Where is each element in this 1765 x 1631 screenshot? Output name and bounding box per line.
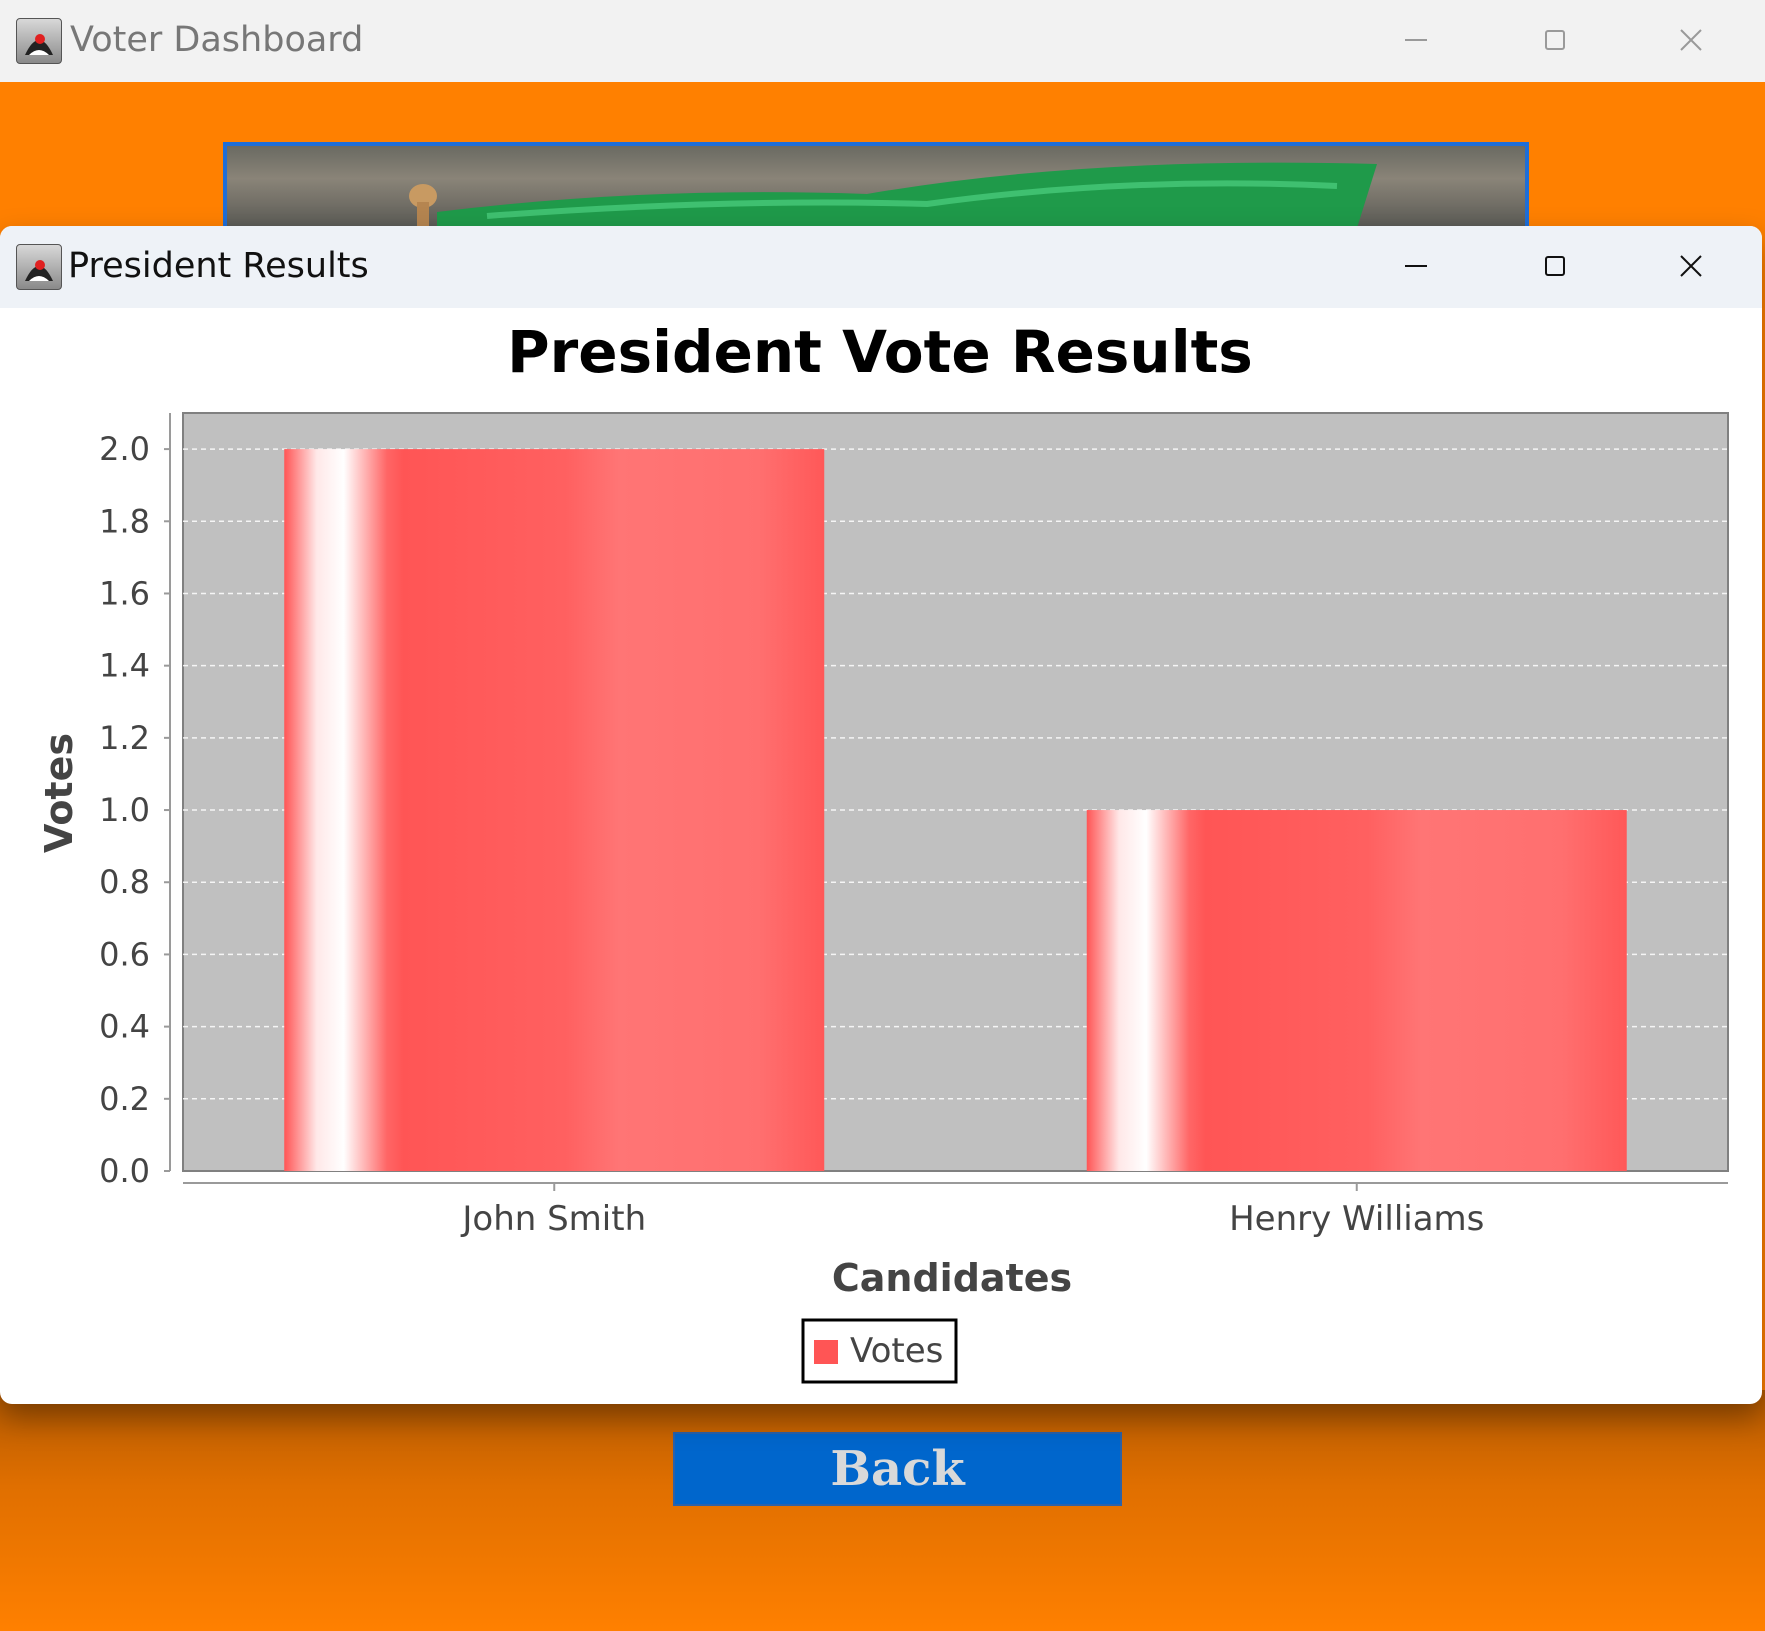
results-titlebar: President Results xyxy=(0,226,1762,308)
president-results-window: President Results President Vote Results… xyxy=(0,226,1762,1404)
y-tick-label: 0.2 xyxy=(99,1080,150,1118)
y-tick-label: 1.8 xyxy=(99,502,150,540)
y-tick-label: 1.2 xyxy=(99,719,150,757)
dashboard-banner-image xyxy=(223,142,1529,232)
dashboard-lower-area xyxy=(0,1390,1765,1631)
bar-john-smith xyxy=(284,449,825,1172)
legend-swatch xyxy=(814,1340,838,1364)
dashboard-window-title: Voter Dashboard xyxy=(70,20,364,60)
y-tick-label: 2.0 xyxy=(99,430,150,468)
maximize-icon[interactable] xyxy=(1525,246,1585,286)
y-tick-label: 0.8 xyxy=(99,863,150,901)
legend-label: Votes xyxy=(850,1331,943,1371)
java-app-icon xyxy=(16,244,62,290)
chart-title: President Vote Results xyxy=(507,318,1253,386)
y-tick-label: 1.6 xyxy=(99,574,150,612)
results-window-title: President Results xyxy=(68,246,369,286)
y-tick-label: 0.0 xyxy=(99,1152,150,1190)
java-app-icon xyxy=(16,18,62,64)
legend: Votes xyxy=(801,1318,958,1384)
bar-henry-williams xyxy=(1086,810,1627,1171)
minimize-icon[interactable] xyxy=(1387,246,1447,286)
vote-results-chart: President Vote Results 0.0 0.2 0.4 0.6 0.8 1.… xyxy=(37,318,1729,1384)
dashboard-titlebar: Voter Dashboard xyxy=(0,0,1765,82)
y-tick-label: 1.0 xyxy=(99,791,150,829)
y-tick-label: 0.4 xyxy=(99,1008,150,1046)
y-axis-label: Votes xyxy=(37,733,81,853)
minimize-icon[interactable] xyxy=(1387,20,1447,60)
x-tick-labels: John Smith Henry Williams xyxy=(460,1183,1484,1239)
y-tick-labels: 0.0 0.2 0.4 0.6 0.8 1.0 1.2 1.4 1.6 1.8 2.0 xyxy=(99,430,170,1190)
maximize-icon[interactable] xyxy=(1525,20,1585,60)
x-tick-label: John Smith xyxy=(460,1199,646,1239)
back-button[interactable]: Back xyxy=(673,1432,1122,1506)
close-icon[interactable] xyxy=(1661,20,1721,60)
x-tick-label: Henry Williams xyxy=(1229,1199,1484,1239)
y-tick-label: 0.6 xyxy=(99,935,150,973)
close-icon[interactable] xyxy=(1661,246,1721,286)
y-tick-label: 1.4 xyxy=(99,647,150,685)
x-axis-label: Candidates xyxy=(832,1256,1072,1300)
